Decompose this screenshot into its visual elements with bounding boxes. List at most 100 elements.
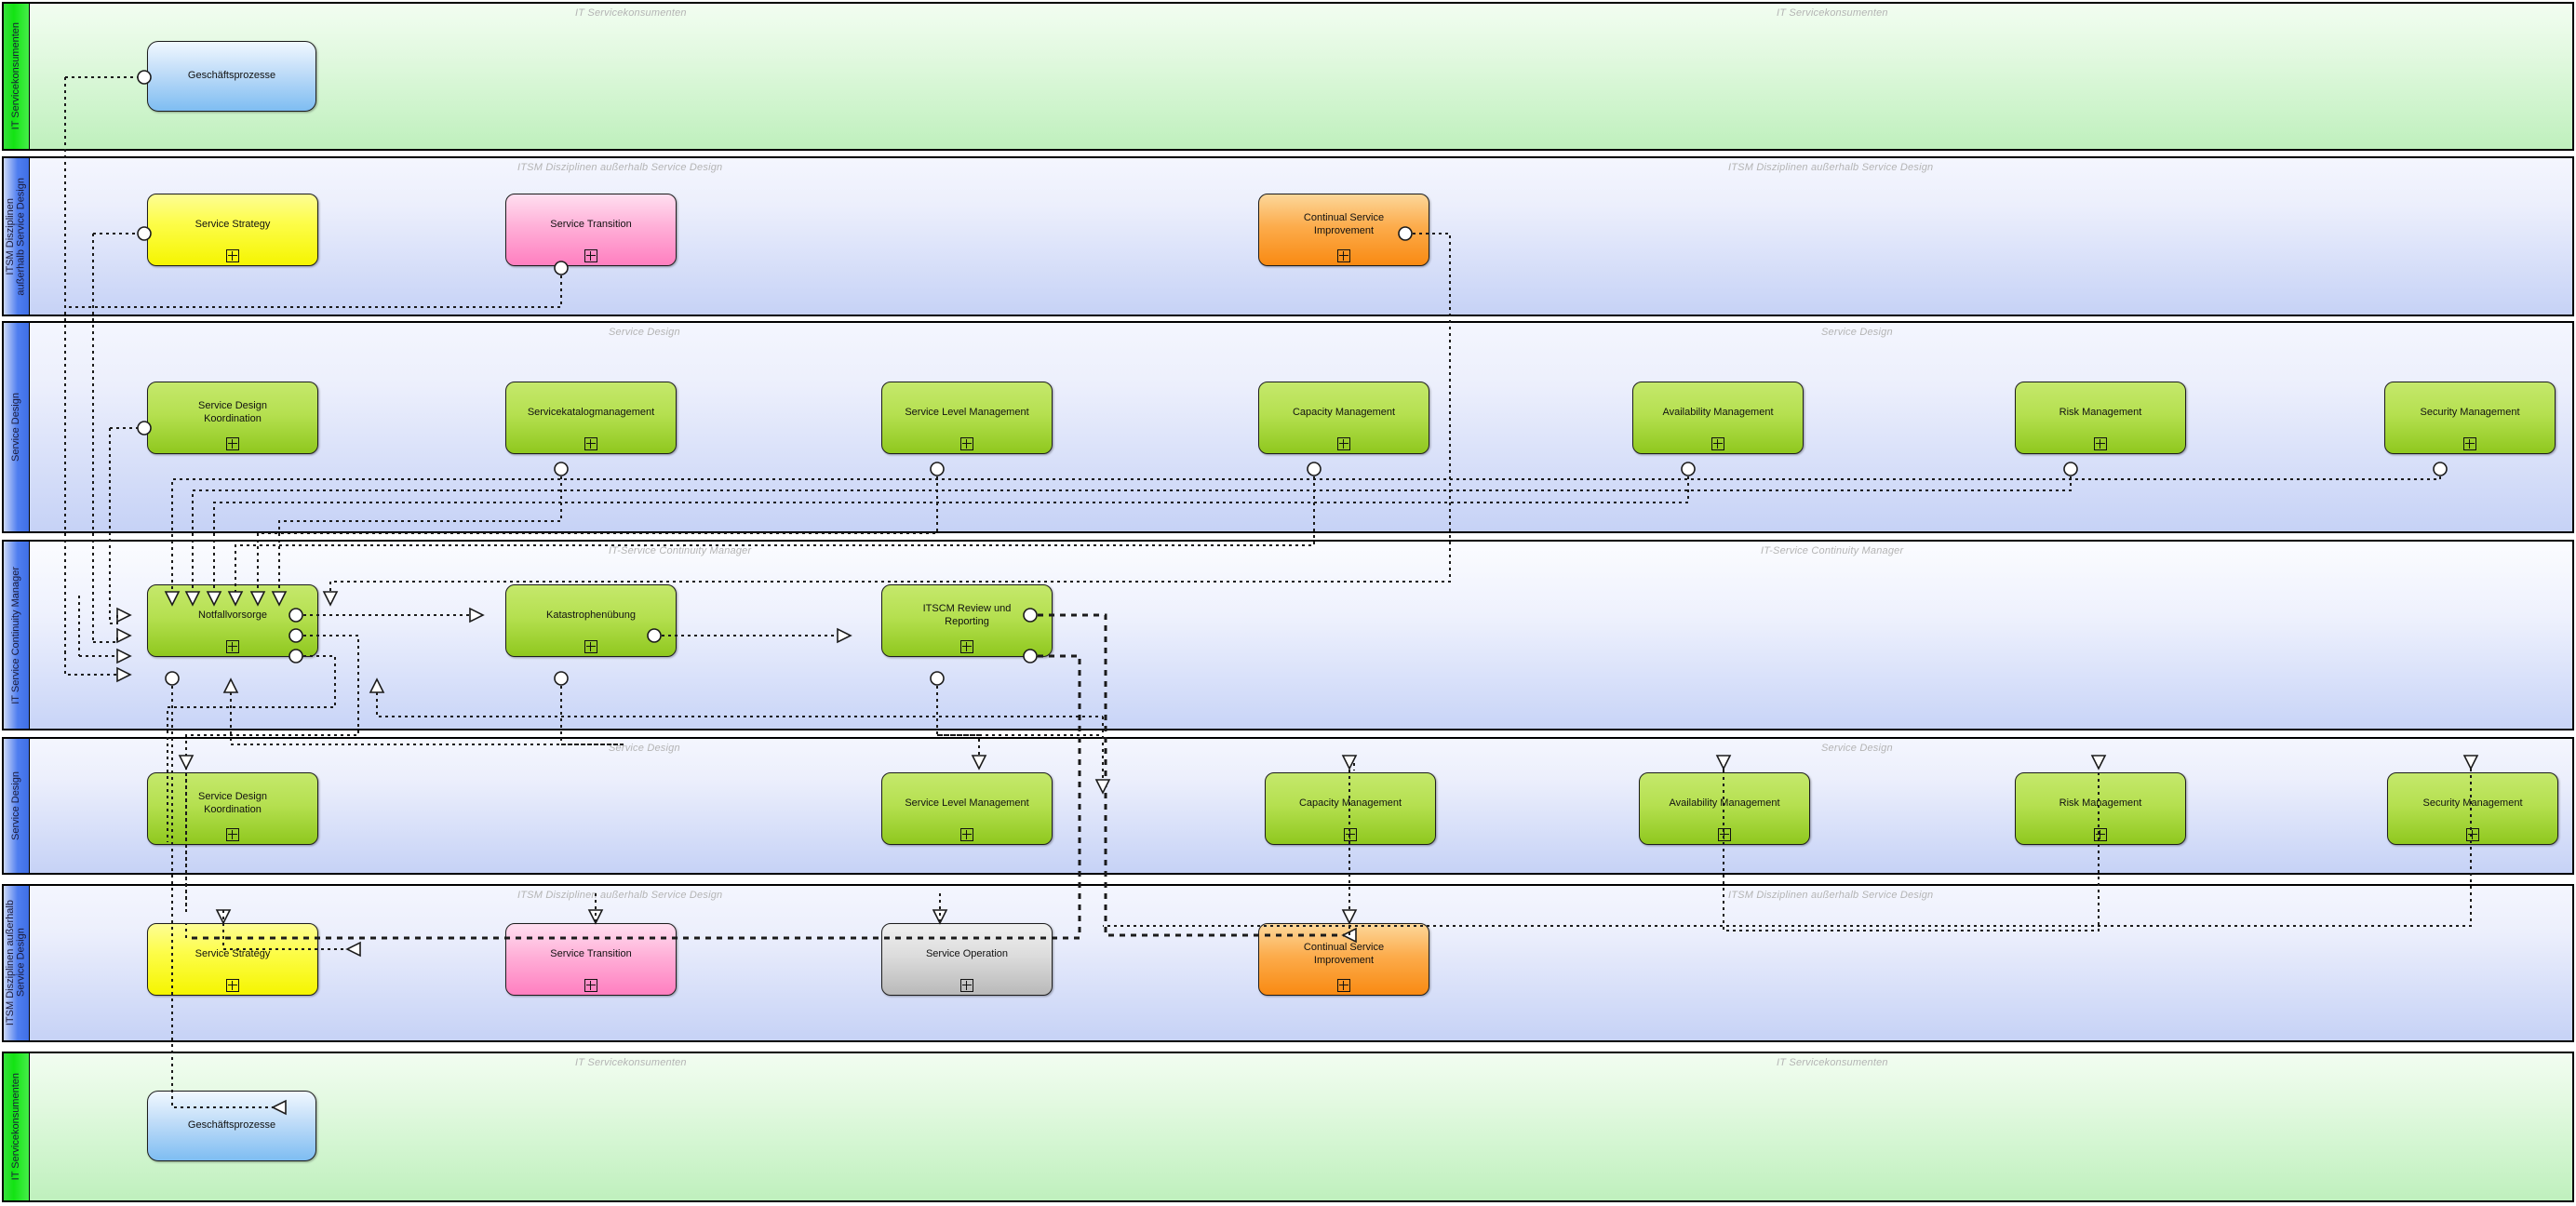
- subprocess-expand-icon[interactable]: [2466, 828, 2479, 841]
- task-service-level-management-top[interactable]: Service Level Management: [881, 382, 1053, 454]
- task-label: Availability Management: [1669, 797, 1780, 810]
- lane-body-service-design-bottom: Service Design Service Design Service De…: [30, 739, 2572, 873]
- subprocess-expand-icon[interactable]: [584, 979, 597, 992]
- task-service-strategy-bottom[interactable]: Service Strategy: [147, 923, 318, 996]
- lane-caption-left: Service Design: [609, 327, 680, 338]
- subprocess-expand-icon[interactable]: [1718, 828, 1731, 841]
- lane-caption-right: IT Servicekonsumenten: [1777, 7, 1888, 19]
- task-label: Capacity Management: [1298, 797, 1402, 810]
- task-service-transition-bottom[interactable]: Service Transition: [505, 923, 677, 996]
- task-service-level-management-bottom[interactable]: Service Level Management: [881, 772, 1053, 845]
- lane-caption-left: ITSM Disziplinen außerhalb Service Desig…: [517, 162, 723, 173]
- subprocess-expand-icon[interactable]: [1337, 437, 1350, 450]
- lane-service-design-top: Service Design Service Design Service De…: [2, 321, 2574, 533]
- subprocess-expand-icon[interactable]: [226, 979, 239, 992]
- lane-caption-right: Service Design: [1821, 327, 1893, 338]
- lane-header-service-design-bottom: Service Design: [4, 739, 30, 873]
- subprocess-expand-icon[interactable]: [1344, 828, 1357, 841]
- lane-header-label: IT Servicekonsumenten: [9, 1073, 21, 1181]
- lane-consumers-bottom: IT Servicekonsumenten IT Servicekonsumen…: [2, 1052, 2574, 1202]
- subprocess-expand-icon[interactable]: [960, 979, 973, 992]
- lane-itsm-outside-bottom: ITSM Disziplinen außerhalb Service Desig…: [2, 884, 2574, 1042]
- task-notfallvorsorge[interactable]: Notfallvorsorge: [147, 584, 318, 657]
- subprocess-expand-icon[interactable]: [1337, 249, 1350, 262]
- lane-header-label: ITSM Disziplinen außerhalb Service Desig…: [4, 177, 27, 296]
- task-label: Katastrophenübung: [545, 610, 637, 622]
- task-service-transition-top[interactable]: Service Transition: [505, 194, 677, 266]
- lane-body-itsm-outside-top: ITSM Disziplinen außerhalb Service Desig…: [30, 158, 2572, 315]
- task-label: Service Strategy: [195, 219, 271, 231]
- task-risk-management-bottom[interactable]: Risk Management: [2015, 772, 2186, 845]
- subprocess-expand-icon[interactable]: [2463, 437, 2476, 450]
- task-label: Service Transition: [550, 219, 632, 231]
- subprocess-expand-icon[interactable]: [226, 249, 239, 262]
- lane-header-consumers-bottom: IT Servicekonsumenten: [4, 1053, 30, 1200]
- task-capacity-management-bottom[interactable]: Capacity Management: [1265, 772, 1436, 845]
- lane-caption-left: ITSM Disziplinen außerhalb Service Desig…: [517, 890, 723, 901]
- subprocess-expand-icon[interactable]: [960, 640, 973, 653]
- lane-itscm-manager: IT Service Continuity Manager IT-Service…: [2, 540, 2574, 730]
- subprocess-expand-icon[interactable]: [584, 640, 597, 653]
- lane-caption-left: IT Servicekonsumenten: [575, 1057, 687, 1068]
- subprocess-expand-icon[interactable]: [2094, 828, 2107, 841]
- lane-caption-left: IT Servicekonsumenten: [575, 7, 687, 19]
- lane-caption-left: IT-Service Continuity Manager: [609, 545, 752, 556]
- task-service-operation-bottom[interactable]: Service Operation: [881, 923, 1053, 996]
- task-label: Availability Management: [1662, 407, 1774, 419]
- task-availability-management-bottom[interactable]: Availability Management: [1639, 772, 1810, 845]
- task-security-management-top[interactable]: Security Management: [2384, 382, 2556, 454]
- task-geschaeftsprozesse-bottom[interactable]: Geschäftsprozesse: [147, 1091, 316, 1161]
- lane-caption-left: Service Design: [609, 743, 680, 754]
- task-service-strategy-top[interactable]: Service Strategy: [147, 194, 318, 266]
- task-label: Risk Management: [2059, 797, 2142, 810]
- task-capacity-management-top[interactable]: Capacity Management: [1258, 382, 1429, 454]
- subprocess-expand-icon[interactable]: [226, 437, 239, 450]
- task-servicekatalogmanagement[interactable]: Servicekatalogmanagement: [505, 382, 677, 454]
- lane-header-label: IT Servicekonsumenten: [9, 22, 21, 130]
- task-label: ITSCM Review und Reporting: [922, 603, 1012, 627]
- task-security-management-bottom[interactable]: Security Management: [2387, 772, 2558, 845]
- subprocess-expand-icon[interactable]: [584, 437, 597, 450]
- lane-header-itscm-manager: IT Service Continuity Manager: [4, 542, 30, 729]
- task-label: Service Operation: [925, 948, 1009, 960]
- subprocess-expand-icon[interactable]: [1337, 979, 1350, 992]
- task-label: Notfallvorsorge: [198, 610, 267, 622]
- task-service-design-koordination-top[interactable]: Service Design Koordination: [147, 382, 318, 454]
- subprocess-expand-icon[interactable]: [2094, 437, 2107, 450]
- task-katastrophenuebung[interactable]: Katastrophenübung: [505, 584, 677, 657]
- lane-header-itsm-outside-bottom: ITSM Disziplinen außerhalb Service Desig…: [4, 886, 30, 1040]
- lane-header-service-design-top: Service Design: [4, 323, 30, 531]
- lane-body-service-design-top: Service Design Service Design Service De…: [30, 323, 2572, 531]
- lane-itsm-outside-top: ITSM Disziplinen außerhalb Service Desig…: [2, 156, 2574, 316]
- lane-header-label: ITSM Disziplinen außerhalb Service Desig…: [4, 900, 27, 1026]
- lane-caption-right: ITSM Disziplinen außerhalb Service Desig…: [1728, 890, 1934, 901]
- lane-header-itsm-outside-top: ITSM Disziplinen außerhalb Service Desig…: [4, 158, 30, 315]
- subprocess-expand-icon[interactable]: [584, 249, 597, 262]
- diagram-canvas: IT Servicekonsumenten IT Servicekonsumen…: [0, 0, 2576, 1206]
- subprocess-expand-icon[interactable]: [960, 437, 973, 450]
- subprocess-expand-icon[interactable]: [960, 828, 973, 841]
- lane-body-consumers-top: IT Servicekonsumenten IT Servicekonsumen…: [30, 4, 2572, 149]
- task-geschaeftsprozesse-top[interactable]: Geschäftsprozesse: [147, 41, 316, 112]
- task-label: Service Level Management: [905, 797, 1029, 810]
- task-continual-service-improvement-bottom[interactable]: Continual Service Improvement: [1258, 923, 1429, 996]
- task-label: Service Design Koordination: [198, 791, 267, 815]
- lane-header-consumers-top: IT Servicekonsumenten: [4, 4, 30, 149]
- task-itscm-review-und-reporting[interactable]: ITSCM Review und Reporting: [881, 584, 1053, 657]
- subprocess-expand-icon[interactable]: [1711, 437, 1724, 450]
- subprocess-expand-icon[interactable]: [226, 828, 239, 841]
- lane-body-itscm-manager: IT-Service Continuity Manager IT-Service…: [30, 542, 2572, 729]
- lane-header-label: Service Design: [9, 393, 21, 462]
- lane-header-label: IT Service Continuity Manager: [9, 566, 21, 704]
- lane-consumers-top: IT Servicekonsumenten IT Servicekonsumen…: [2, 2, 2574, 151]
- lane-body-itsm-outside-bottom: ITSM Disziplinen außerhalb Service Desig…: [30, 886, 2572, 1040]
- task-availability-management-top[interactable]: Availability Management: [1632, 382, 1804, 454]
- task-risk-management-top[interactable]: Risk Management: [2015, 382, 2186, 454]
- lane-caption-right: IT-Service Continuity Manager: [1761, 545, 1904, 556]
- task-continual-service-improvement-top[interactable]: Continual Service Improvement: [1258, 194, 1429, 266]
- subprocess-expand-icon[interactable]: [226, 640, 239, 653]
- task-label: Risk Management: [2059, 407, 2142, 419]
- task-service-design-koordination-bottom[interactable]: Service Design Koordination: [147, 772, 318, 845]
- task-label: Service Strategy: [195, 948, 271, 960]
- task-label: Continual Service Improvement: [1303, 212, 1385, 236]
